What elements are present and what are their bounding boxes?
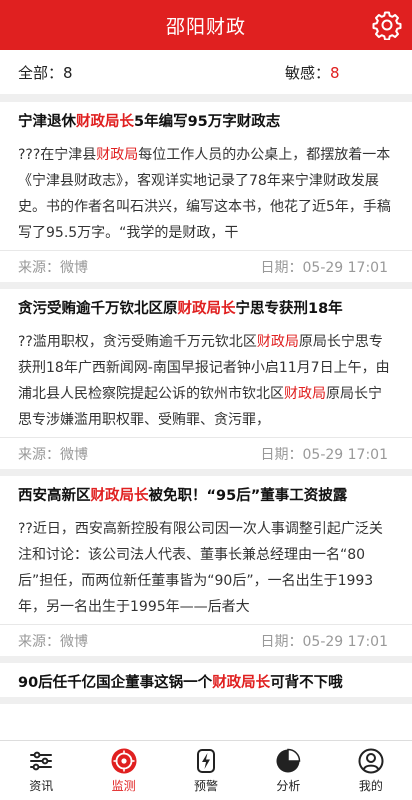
tab-label: 资讯	[29, 778, 54, 793]
article-summary: ???在宁津县财政局每位工作人员的办公桌上，都摆放着一本《宁津县财政志》，客观详…	[0, 136, 412, 250]
tab-label: 预警	[194, 778, 219, 793]
article-card[interactable]: 贪污受贿逾千万钦北区原财政局长宁思专获刑18年 ??滥用职权，贪污受贿逾千万元钦北…	[0, 289, 412, 476]
text-segment: ??近日，西安高新控股有限公司因一次人事调整引起广泛关注和讨论：该公司法人代表、…	[18, 521, 383, 615]
tab-user[interactable]: 我的	[330, 741, 412, 800]
article-date: 日期：05-29 17:01	[260, 259, 388, 276]
tab-pie-chart[interactable]: 分析	[247, 741, 329, 800]
article-date: 日期：05-29 17:01	[260, 633, 388, 650]
article-meta: 来源：微博 日期：05-29 17:01	[0, 624, 412, 656]
target-icon	[111, 748, 137, 773]
text-segment: ???在宁津县	[18, 147, 97, 163]
article-meta: 来源：微博 日期：05-29 17:01	[0, 437, 412, 469]
sliders-icon	[30, 751, 53, 770]
total-count[interactable]: 全部：8	[18, 62, 73, 83]
article-summary: ??近日，西安高新控股有限公司因一次人事调整引起广泛关注和讨论：该公司法人代表、…	[0, 510, 412, 624]
article-meta: 来源：微博 日期：05-29 17:01	[0, 250, 412, 282]
user-icon	[358, 748, 384, 773]
tab-label: 分析	[276, 778, 301, 793]
bolt-icon	[197, 748, 216, 773]
page-title: 邵阳财政	[165, 15, 246, 38]
text-segment: 被免职！“95后”董事工资披露	[148, 488, 348, 504]
text-segment: 宁思专获刑18年	[235, 301, 343, 317]
bottom-tab-bar: 资讯 监测 预警 分析 我的	[0, 740, 412, 800]
text-segment: 贪污受贿逾千万钦北区原	[18, 301, 178, 317]
keyword-highlight: 财政局	[96, 147, 139, 163]
settings-gear-icon[interactable]	[372, 10, 402, 40]
article-title[interactable]: 宁津退休财政局长5年编写95万字财政志	[0, 102, 412, 136]
article-source: 来源：微博	[18, 633, 88, 650]
tab-target[interactable]: 监测	[82, 741, 164, 800]
keyword-highlight: 财政局长	[76, 114, 134, 130]
tab-bolt[interactable]: 预警	[165, 741, 247, 800]
tab-sliders[interactable]: 资讯	[0, 741, 82, 800]
text-segment: ??滥用职权，贪污受贿逾千万元钦北区	[18, 334, 257, 350]
article-title[interactable]: 西安高新区财政局长被免职！“95后”董事工资披露	[0, 476, 412, 510]
article-title[interactable]: 贪污受贿逾千万钦北区原财政局长宁思专获刑18年	[0, 289, 412, 323]
pie-chart-icon	[276, 748, 301, 772]
text-segment: 西安高新区	[18, 488, 91, 504]
article-card[interactable]: 90后任千亿国企董事这锅一个财政局长可背不下哦	[0, 663, 412, 704]
article-list: 宁津退休财政局长5年编写95万字财政志 ???在宁津县财政局每位工作人员的办公桌上…	[0, 102, 412, 740]
tab-label: 我的	[358, 778, 383, 793]
keyword-highlight: 财政局长	[212, 675, 271, 691]
article-card[interactable]: 西安高新区财政局长被免职！“95后”董事工资披露 ??近日，西安高新控股有限公司因…	[0, 476, 412, 663]
article-date: 日期：05-29 17:01	[260, 446, 388, 463]
text-segment: 5年编写95万字财政志	[134, 114, 281, 130]
app-header: 邵阳财政	[0, 0, 412, 50]
tab-label: 监测	[111, 778, 136, 793]
divider	[0, 94, 412, 102]
sensitive-count[interactable]: 敏感：8	[285, 62, 340, 83]
text-segment: 宁津退休	[18, 114, 76, 130]
article-card[interactable]: 宁津退休财政局长5年编写95万字财政志 ???在宁津县财政局每位工作人员的办公桌上…	[0, 102, 412, 289]
keyword-highlight: 财政局长	[177, 301, 236, 317]
article-title[interactable]: 90后任千亿国企董事这锅一个财政局长可背不下哦	[0, 663, 412, 697]
text-segment: 90后任千亿国企董事这锅一个	[18, 675, 213, 691]
article-summary: ??滥用职权，贪污受贿逾千万元钦北区财政局原局长宁思专获刑18年广西新闻网-南国…	[0, 323, 412, 437]
keyword-highlight: 财政局长	[90, 488, 149, 504]
article-source: 来源：微博	[18, 446, 88, 463]
keyword-highlight: 财政局	[256, 334, 299, 350]
article-source: 来源：微博	[18, 259, 88, 276]
text-segment: 可背不下哦	[270, 675, 343, 691]
keyword-highlight: 财政局	[284, 386, 326, 402]
count-bar: 全部：8 敏感：8	[0, 50, 412, 94]
